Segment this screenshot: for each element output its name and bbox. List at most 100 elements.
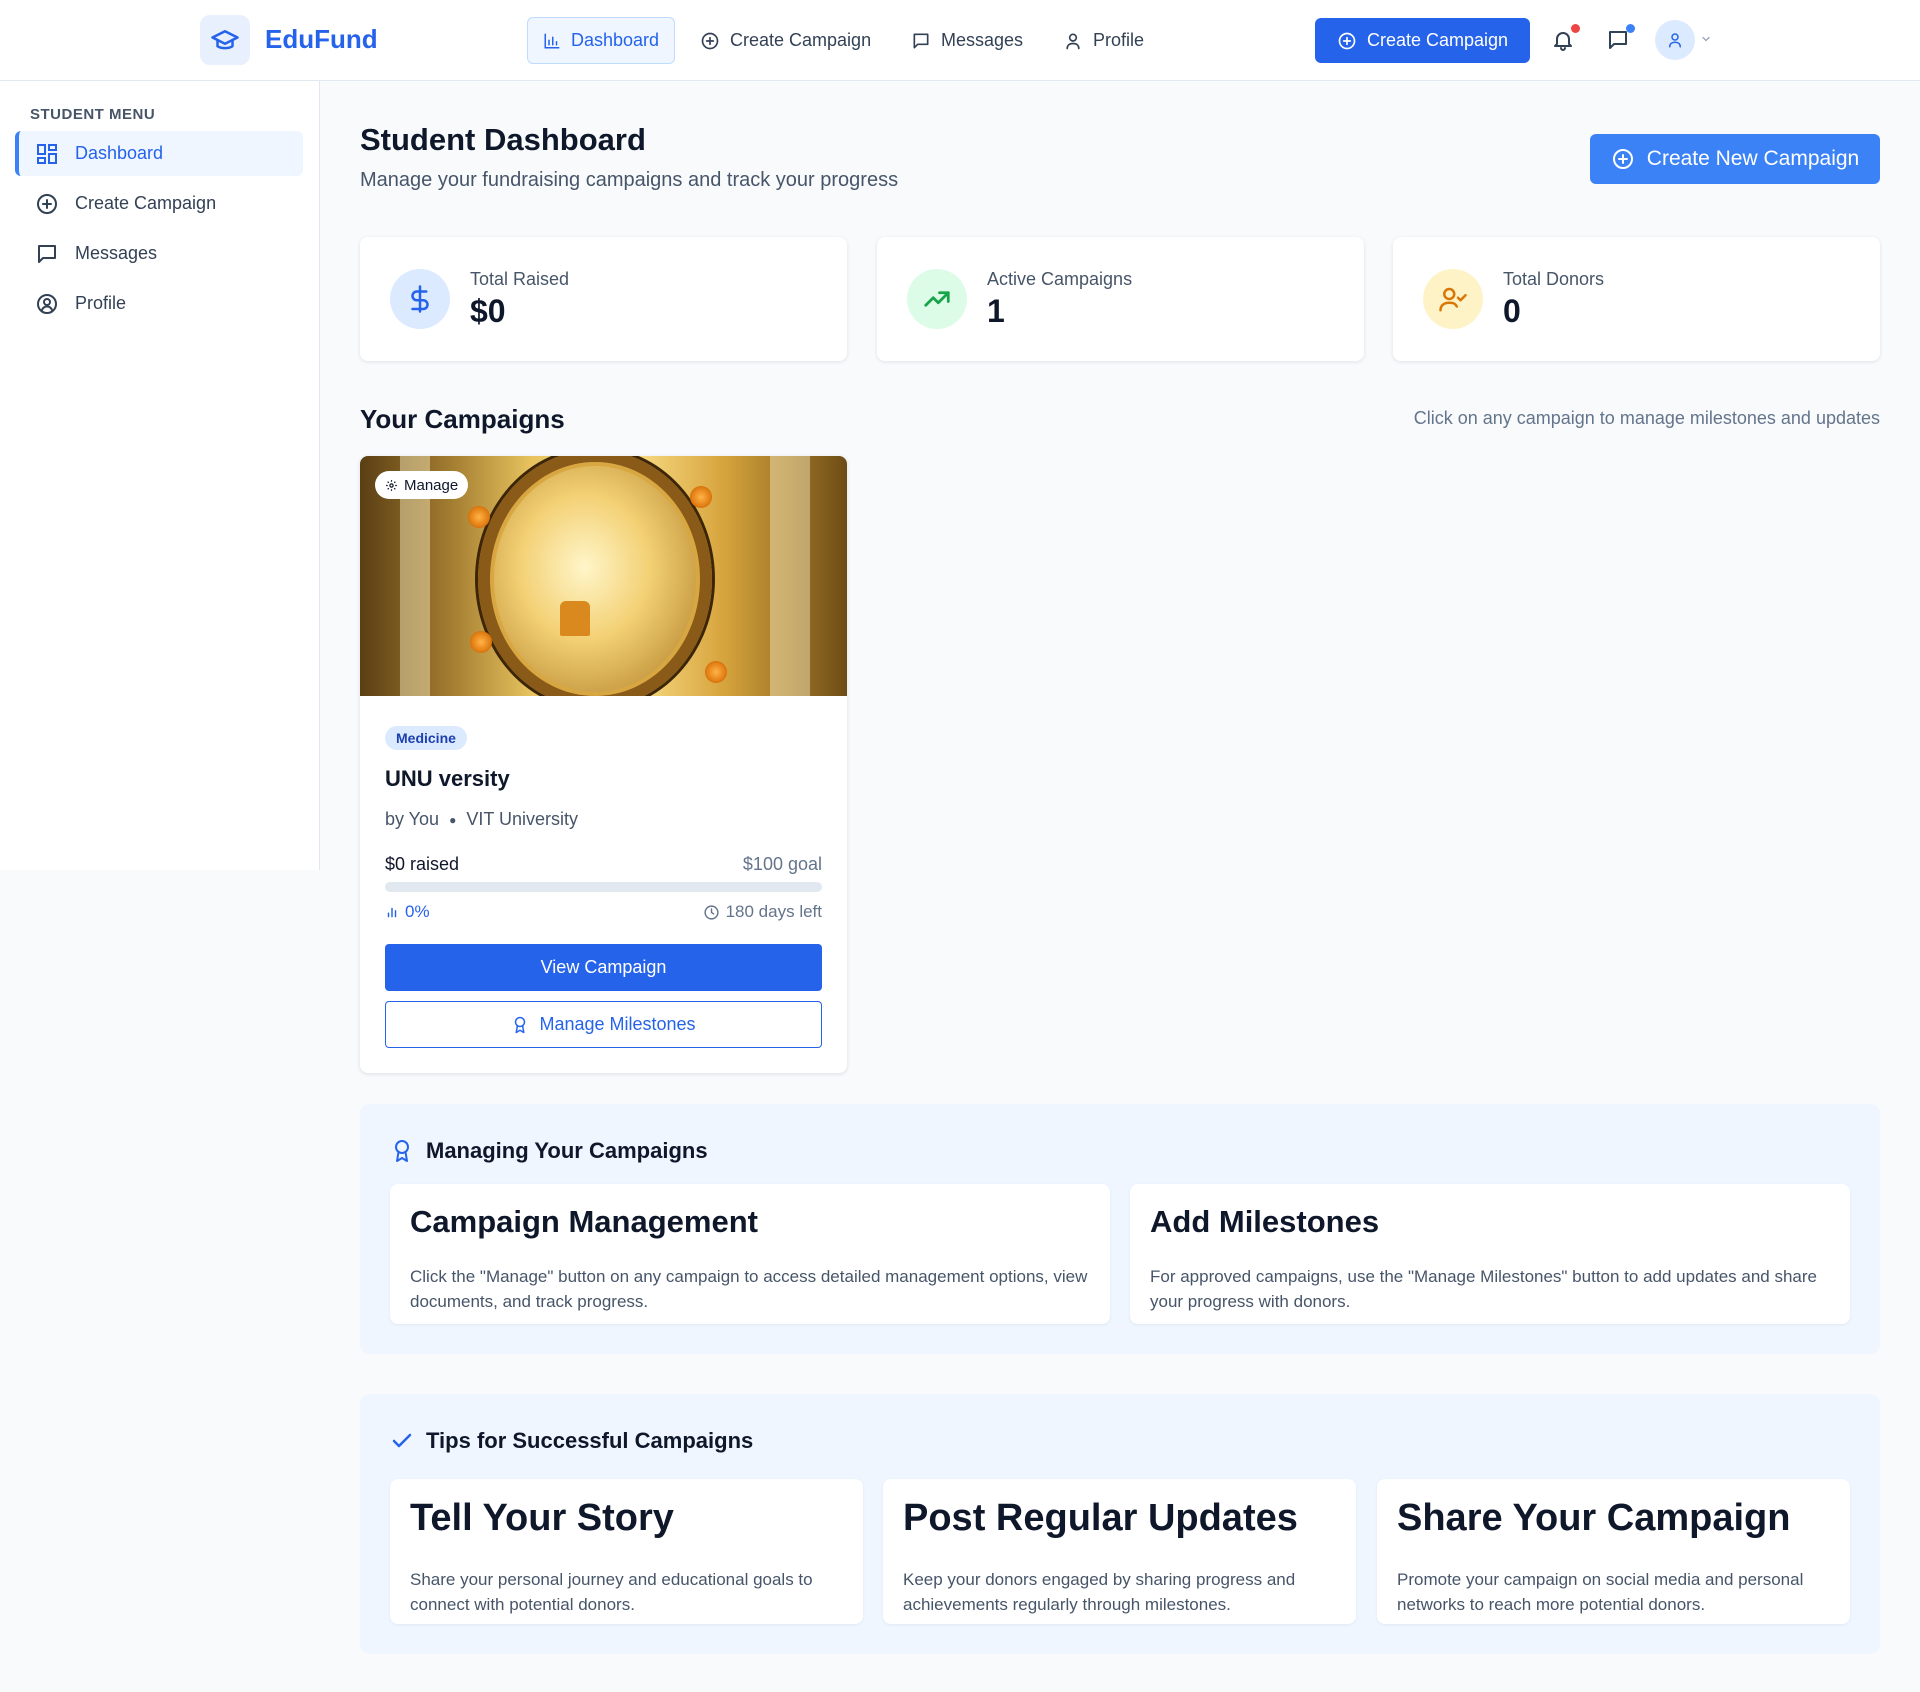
light-beam: [770, 456, 810, 696]
user-check-icon: [1423, 269, 1483, 329]
create-campaign-button-label: Create Campaign: [1366, 30, 1509, 50]
info-card-campaign-management: Campaign Management Click the "Manage" b…: [390, 1184, 1110, 1324]
award-icon: [395, 1140, 409, 1162]
chevron-down-icon[interactable]: [1700, 32, 1712, 50]
view-campaign-button[interactable]: View Campaign: [385, 944, 822, 991]
stat-value: 0: [1503, 293, 1521, 329]
campaign-card[interactable]: Manage Medicine UNU versity by You ● VIT…: [360, 456, 847, 1073]
manage-badge-label: Manage: [404, 476, 459, 494]
chat-button[interactable]: [1600, 22, 1636, 58]
sidebar-item-profile[interactable]: Profile: [15, 281, 303, 326]
topnav-dashboard-label: Dashboard: [571, 30, 660, 50]
tip-card-title: Post Regular Updates: [903, 1497, 1298, 1539]
avatar[interactable]: [1655, 20, 1695, 60]
managing-heading-text: Managing Your Campaigns: [426, 1138, 708, 1163]
user-icon: [1066, 33, 1080, 49]
info-card-add-milestones: Add Milestones For approved campaigns, u…: [1130, 1184, 1850, 1324]
tips-panel: Tips for Successful Campaigns Tell Your …: [360, 1394, 1880, 1654]
clock-icon: [704, 904, 719, 920]
topnav-profile-label: Profile: [1093, 30, 1145, 50]
campaigns-hint: Click on any campaign to manage mileston…: [1413, 408, 1880, 428]
category-badge: Medicine: [385, 726, 467, 750]
plus-circle-icon: [701, 32, 719, 49]
info-card-text: Click the "Manage" button on any campaig…: [410, 1267, 1088, 1311]
tip-card-text: Keep your donors engaged by sharing prog…: [903, 1570, 1296, 1614]
page-title: Student Dashboard: [360, 122, 646, 157]
tip-card-share-your-campaign: Share Your Campaign Promote your campaig…: [1377, 1479, 1850, 1624]
sidebar-item-label: Dashboard: [75, 143, 164, 163]
bar-chart-icon: [544, 33, 560, 48]
campaign-title[interactable]: UNU versity: [385, 766, 510, 792]
plus-circle-icon: [37, 193, 57, 214]
your-campaigns-heading: Your Campaigns: [360, 404, 565, 434]
campaign-school: VIT University: [466, 809, 579, 829]
rose-ornament: [470, 631, 492, 653]
sidebar-item-label: Create Campaign: [75, 193, 217, 213]
grid-icon: [37, 143, 57, 164]
message-dot: [1626, 24, 1635, 33]
plus-circle-icon: [1338, 32, 1356, 49]
tip-card-post-regular-updates: Post Regular Updates Keep your donors en…: [883, 1479, 1356, 1624]
progress-percent-value: 0%: [405, 902, 430, 921]
stat-card-total-raised: Total Raised $0: [360, 237, 847, 361]
sidebar-item-create-campaign[interactable]: Create Campaign: [15, 181, 303, 226]
topnav-dashboard[interactable]: Dashboard: [527, 17, 676, 64]
dollar-icon: [390, 269, 450, 329]
create-campaign-button[interactable]: Create Campaign: [1315, 18, 1530, 63]
create-new-campaign-button[interactable]: Create New Campaign: [1590, 134, 1880, 184]
ornate-mirror: [478, 456, 712, 696]
info-card-text: For approved campaigns, use the "Manage …: [1150, 1267, 1817, 1311]
goal-amount: $100 goal: [742, 854, 822, 874]
top-navbar: EduFund Dashboard Create Campaign Messag…: [0, 0, 1920, 81]
award-icon: [515, 1016, 526, 1033]
stat-value: $0: [470, 293, 506, 329]
stat-label: Total Donors: [1503, 269, 1605, 289]
manage-badge-button[interactable]: Manage: [375, 471, 469, 499]
managing-heading: Managing Your Campaigns: [390, 1138, 708, 1164]
stat-value: 1: [987, 293, 1005, 329]
topnav-messages[interactable]: Messages: [896, 17, 1038, 64]
topnav-create-campaign[interactable]: Create Campaign: [685, 17, 886, 64]
sidebar-item-messages[interactable]: Messages: [15, 231, 303, 276]
tip-card-text: Share your personal journey and educatio…: [410, 1570, 813, 1614]
user-circle-icon: [37, 293, 57, 314]
manage-milestones-button[interactable]: Manage Milestones: [385, 1001, 822, 1048]
bullet-separator: ●: [449, 812, 457, 827]
topnav-profile[interactable]: Profile: [1048, 17, 1159, 64]
sidebar-heading: STUDENT MENU: [30, 106, 156, 123]
page-subtitle: Manage your fundraising campaigns and tr…: [360, 169, 899, 191]
notification-dot: [1571, 24, 1580, 33]
rose-ornament: [468, 506, 490, 528]
topnav-create-campaign-label: Create Campaign: [730, 30, 872, 50]
plus-circle-icon: [1612, 149, 1633, 169]
tips-heading-text: Tips for Successful Campaigns: [426, 1428, 754, 1453]
graduation-cap-logo-icon[interactable]: [200, 15, 250, 65]
stat-card-active-campaigns: Active Campaigns 1: [877, 237, 1364, 361]
info-card-title: Campaign Management: [410, 1204, 758, 1239]
days-left: 180 days left: [703, 902, 822, 922]
check-icon: [392, 1433, 412, 1448]
sidebar: STUDENT MENU Dashboard Create Campaign M…: [0, 81, 320, 870]
trending-up-icon: [907, 269, 967, 329]
sidebar-item-dashboard[interactable]: Dashboard: [15, 131, 303, 176]
tip-card-title: Tell Your Story: [410, 1497, 674, 1539]
brand-name[interactable]: EduFund: [265, 24, 378, 55]
campaign-meta: by You ● VIT University: [385, 809, 578, 830]
progress-bar: [385, 882, 822, 892]
info-card-title: Add Milestones: [1150, 1204, 1380, 1239]
tip-card-title: Share Your Campaign: [1397, 1497, 1791, 1539]
notifications-button[interactable]: [1545, 22, 1581, 58]
sidebar-item-label: Profile: [75, 293, 127, 313]
campaign-author: by You: [385, 809, 440, 829]
progress-percent: 0%: [385, 902, 430, 922]
create-new-campaign-label: Create New Campaign: [1646, 147, 1860, 170]
stat-label: Total Raised: [470, 269, 570, 289]
manage-milestones-label: Manage Milestones: [539, 1014, 696, 1034]
topnav-messages-label: Messages: [941, 30, 1024, 50]
rose-ornament: [705, 661, 727, 683]
rose-ornament: [690, 486, 712, 508]
gear-icon: [386, 479, 397, 491]
days-left-value: 180 days left: [725, 902, 822, 921]
message-icon: [913, 33, 929, 49]
raised-amount: $0 raised: [385, 854, 460, 874]
